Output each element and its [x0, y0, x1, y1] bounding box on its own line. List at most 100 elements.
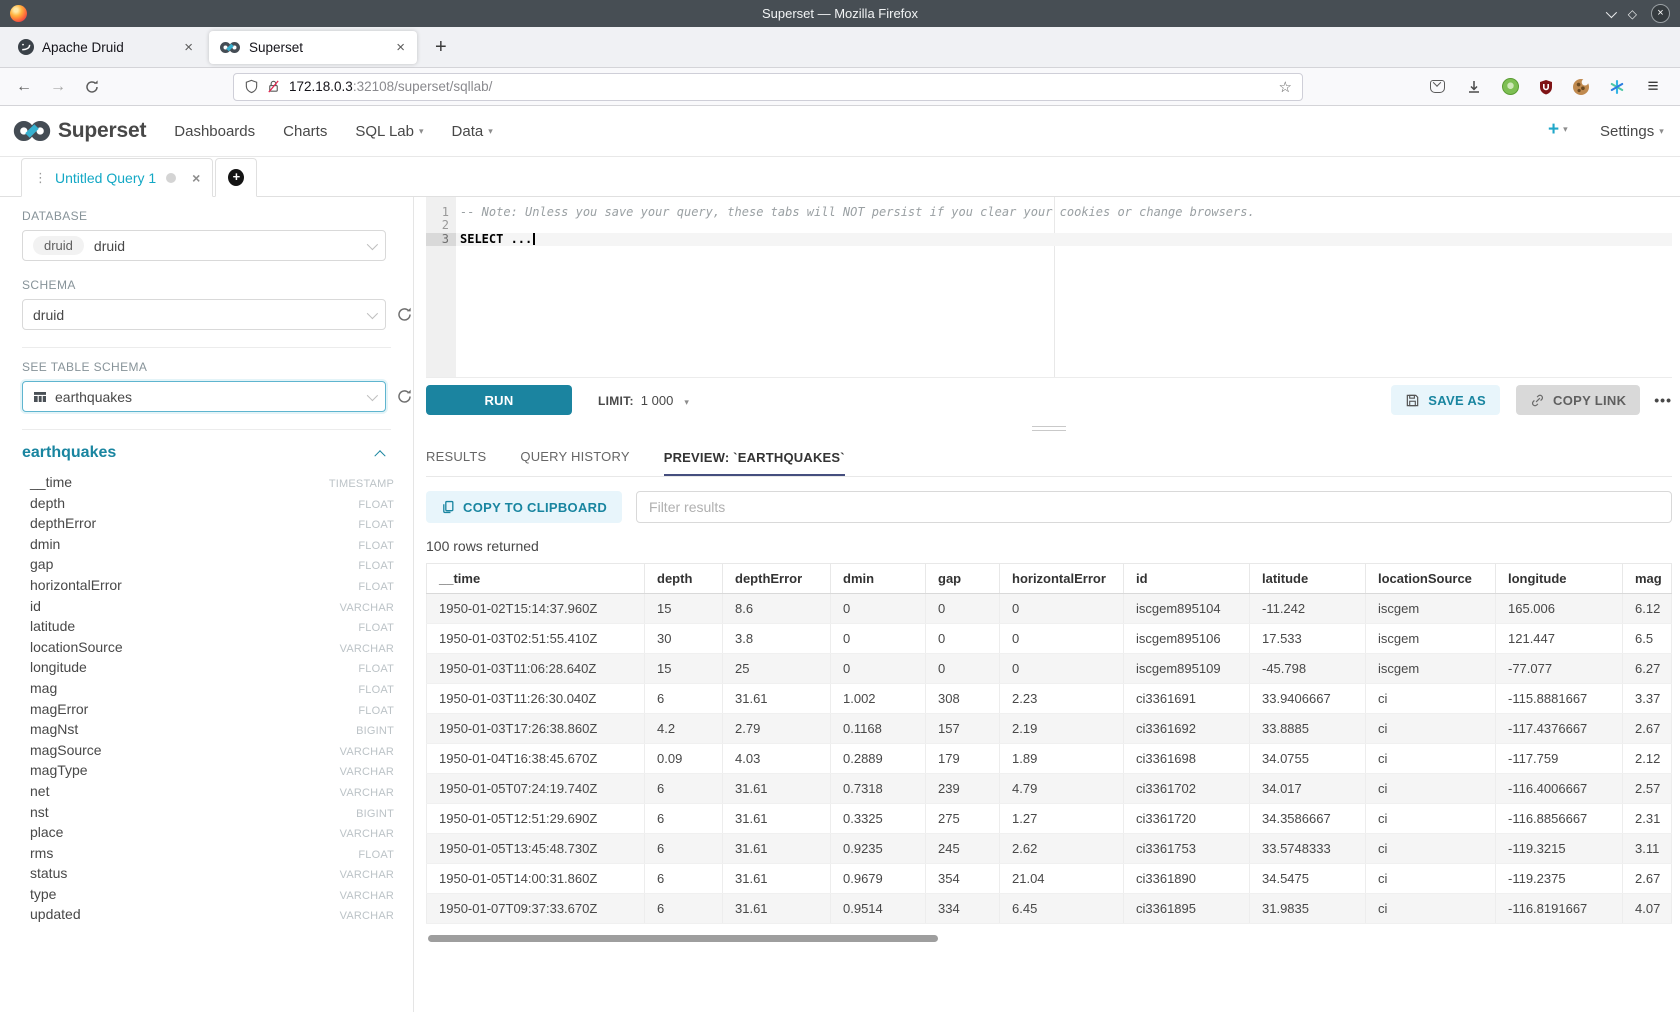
- ublock-origin-icon[interactable]: [1537, 78, 1555, 96]
- table-cell: 6.27: [1623, 654, 1672, 684]
- horizontal-scrollbar[interactable]: [428, 935, 938, 942]
- column-header-dmin[interactable]: dmin: [831, 564, 926, 594]
- table-cell: -119.3215: [1496, 834, 1623, 864]
- save-as-button[interactable]: SAVE AS: [1391, 385, 1500, 415]
- table-cell: 0.9235: [831, 834, 926, 864]
- table-cell: 31.61: [723, 864, 831, 894]
- caret-down-icon: ▾: [1563, 124, 1568, 135]
- window-maximize-icon[interactable]: ◇: [1628, 8, 1637, 20]
- menu-hamburger-icon[interactable]: ≡: [1644, 78, 1662, 96]
- sql-code-editor[interactable]: 1-- Note: Unless you save your query, th…: [426, 197, 1672, 377]
- table-cell: iscgem: [1366, 654, 1496, 684]
- tab-query-history[interactable]: QUERY HISTORY: [520, 449, 629, 476]
- reload-icon[interactable]: [84, 79, 100, 95]
- collapse-chevron-icon[interactable]: [374, 450, 385, 461]
- column-type: FLOAT: [358, 540, 394, 552]
- column-header-depthError[interactable]: depthError: [723, 564, 831, 594]
- copy-link-button[interactable]: COPY LINK: [1516, 385, 1640, 415]
- window-shade-icon[interactable]: [1606, 6, 1617, 17]
- table-cell: 31.61: [723, 894, 831, 924]
- table-cell: 6.12: [1623, 594, 1672, 624]
- schema-select[interactable]: druid: [22, 299, 386, 330]
- column-header-gap[interactable]: gap: [926, 564, 1000, 594]
- nav-item-data[interactable]: Data▾: [452, 123, 493, 140]
- browser-tab-apache-druid[interactable]: Apache Druid ×: [8, 31, 205, 64]
- table-cell: 4.79: [1000, 774, 1124, 804]
- table-cell: 34.017: [1250, 774, 1366, 804]
- column-header-horizontalError[interactable]: horizontalError: [1000, 564, 1124, 594]
- refresh-table-icon[interactable]: [396, 388, 413, 405]
- tab-close-icon[interactable]: ×: [394, 39, 407, 56]
- settings-menu[interactable]: Settings▾: [1600, 123, 1664, 140]
- tab-results[interactable]: RESULTS: [426, 449, 486, 476]
- brand-name[interactable]: Superset: [58, 119, 146, 143]
- tab-preview-earthquakes[interactable]: PREVIEW: `EARTHQUAKES`: [664, 450, 845, 477]
- table-cell: 3.8: [723, 624, 831, 654]
- database-select[interactable]: druid druid: [22, 230, 386, 261]
- firefox-titlebar: Superset — Mozilla Firefox ◇ ×: [0, 0, 1680, 27]
- column-header-id[interactable]: id: [1124, 564, 1250, 594]
- url-text[interactable]: 172.18.0.3:32108/superset/sqllab/: [289, 79, 492, 94]
- text-cursor: [533, 233, 535, 245]
- nav-item-sql-lab[interactable]: SQL Lab▾: [355, 123, 423, 140]
- table-row: 1950-01-05T13:45:48.730Z631.610.92352452…: [427, 834, 1672, 864]
- pocket-icon[interactable]: [1428, 78, 1446, 96]
- new-tab-button[interactable]: +: [427, 37, 455, 57]
- table-cell: 2.23: [1000, 684, 1124, 714]
- table-select[interactable]: earthquakes: [22, 381, 386, 412]
- download-icon[interactable]: [1465, 78, 1483, 96]
- column-type: FLOAT: [358, 684, 394, 696]
- column-name: rms: [30, 845, 53, 861]
- bookmark-star-icon[interactable]: ☆: [1279, 78, 1292, 96]
- table-cell: -119.2375: [1496, 864, 1623, 894]
- column-header-depth[interactable]: depth: [645, 564, 723, 594]
- table-cell: 6: [645, 864, 723, 894]
- query-tab-untitled-query-1[interactable]: ⋮ Untitled Query 1 ×: [21, 158, 213, 197]
- column-type: VARCHAR: [340, 890, 394, 902]
- table-cell: ci: [1366, 774, 1496, 804]
- table-cell: 2.67: [1623, 864, 1672, 894]
- filter-results-input[interactable]: [636, 491, 1672, 523]
- table-cell: 275: [926, 804, 1000, 834]
- nav-item-charts[interactable]: Charts: [283, 123, 327, 140]
- table-cell: 6: [645, 804, 723, 834]
- table-schema-title[interactable]: earthquakes: [22, 444, 116, 462]
- extension-asterisk-icon[interactable]: [1608, 78, 1626, 96]
- table-cell: 30: [645, 624, 723, 654]
- cookie-editor-icon[interactable]: [1572, 78, 1590, 96]
- refresh-schema-icon[interactable]: [396, 306, 413, 323]
- back-icon[interactable]: ←: [16, 79, 32, 95]
- browser-tab-superset[interactable]: Superset ×: [209, 31, 417, 64]
- url-host: 172.18.0.3: [289, 79, 353, 94]
- column-type: FLOAT: [358, 519, 394, 531]
- column-header-latitude[interactable]: latitude: [1250, 564, 1366, 594]
- url-bar[interactable]: 172.18.0.3:32108/superset/sqllab/ ☆: [233, 73, 1303, 101]
- column-header-locationSource[interactable]: locationSource: [1366, 564, 1496, 594]
- drag-dots-icon[interactable]: ⋮: [34, 170, 47, 186]
- shield-icon[interactable]: [244, 79, 259, 94]
- limit-dropdown[interactable]: LIMIT: 1 000 ▾: [598, 393, 689, 408]
- table-cell: -45.798: [1250, 654, 1366, 684]
- table-cell: 31.61: [723, 774, 831, 804]
- window-close-button[interactable]: ×: [1651, 4, 1670, 23]
- column-header-__time[interactable]: __time: [427, 564, 645, 594]
- add-new-button[interactable]: +▾: [1548, 120, 1568, 139]
- more-options-button[interactable]: •••: [1654, 392, 1672, 408]
- add-query-tab-button[interactable]: +: [215, 158, 257, 197]
- superset-favicon: [219, 41, 241, 54]
- forward-icon[interactable]: →: [50, 79, 66, 95]
- tab-close-icon[interactable]: ×: [182, 39, 195, 56]
- run-button[interactable]: RUN: [426, 385, 572, 415]
- table-cell: 0: [1000, 594, 1124, 624]
- resize-handle[interactable]: [1032, 426, 1066, 431]
- table-cell: 15: [645, 594, 723, 624]
- column-header-longitude[interactable]: longitude: [1496, 564, 1623, 594]
- lock-insecure-icon[interactable]: [266, 79, 281, 94]
- table-cell: 34.3586667: [1250, 804, 1366, 834]
- query-tab-close-icon[interactable]: ×: [192, 170, 200, 186]
- column-header-mag[interactable]: mag: [1623, 564, 1672, 594]
- copy-to-clipboard-button[interactable]: COPY TO CLIPBOARD: [426, 491, 622, 523]
- nav-item-dashboards[interactable]: Dashboards: [174, 123, 255, 140]
- privacy-badger-icon[interactable]: [1501, 78, 1519, 96]
- superset-logo[interactable]: [12, 120, 52, 142]
